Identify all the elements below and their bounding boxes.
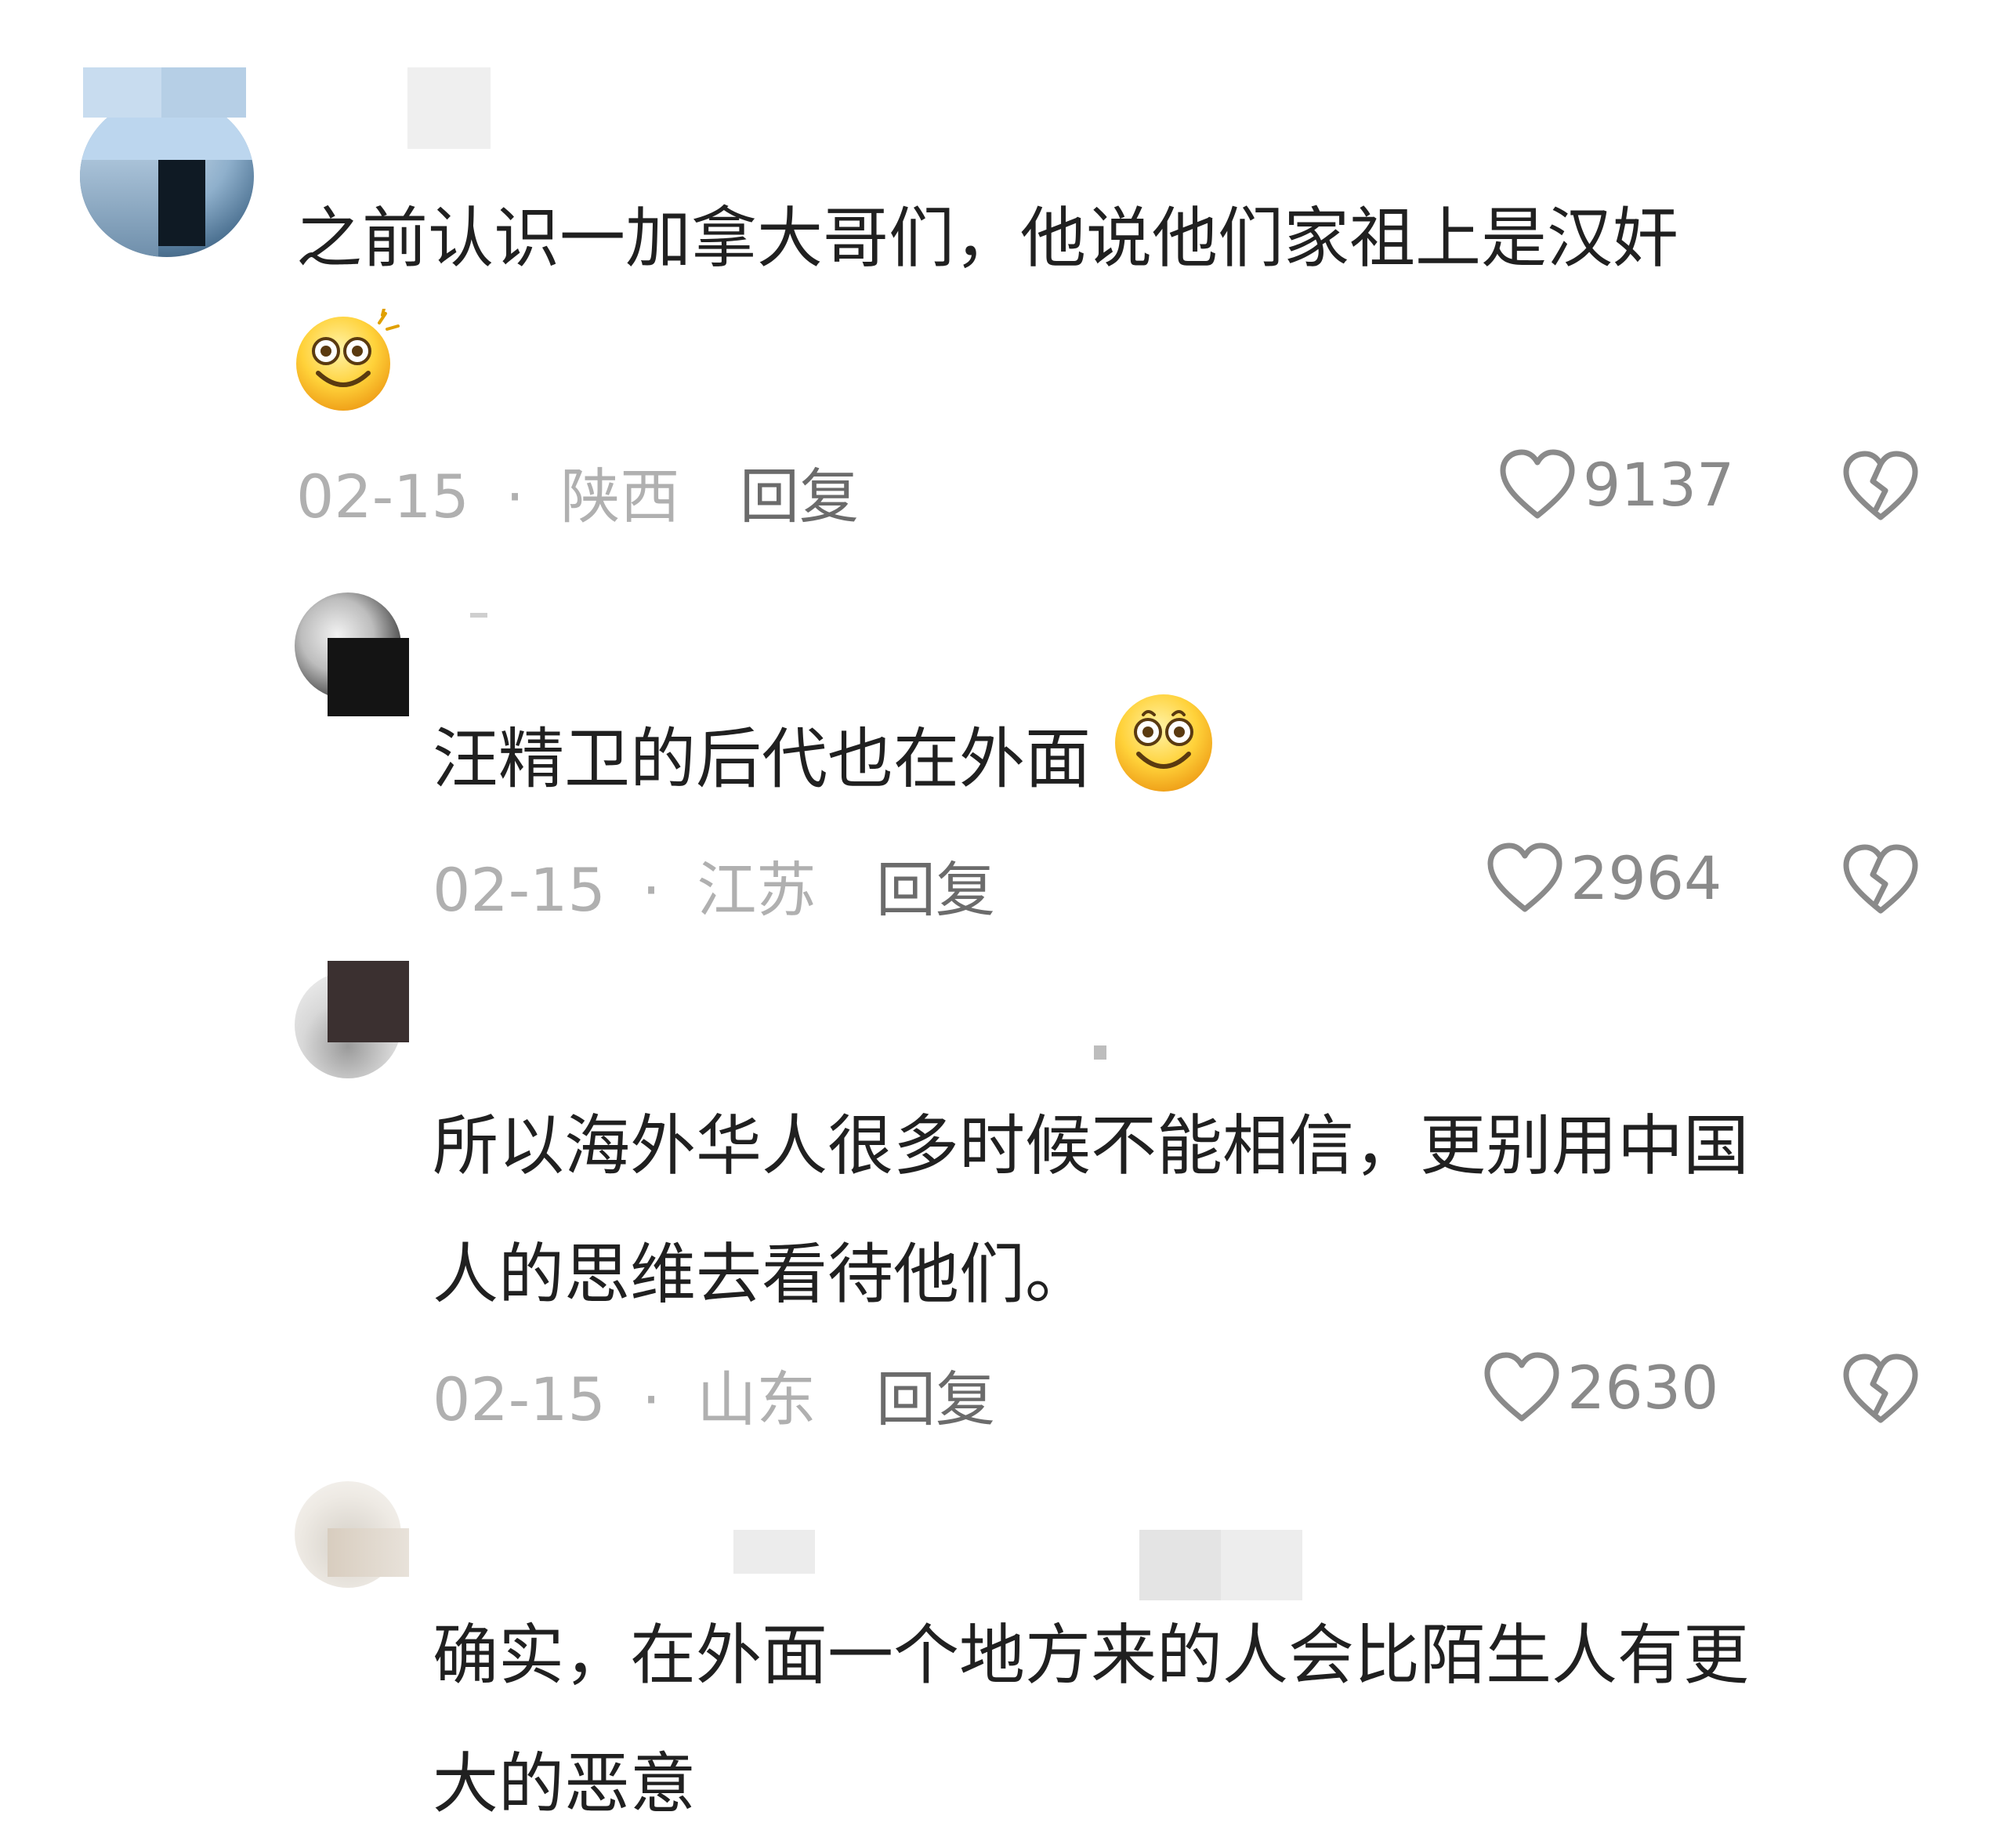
meta-separator: · [642,855,661,925]
meta-separator: · [642,1364,661,1434]
meta-separator: · [505,462,525,531]
heart-outline-icon [1484,1352,1559,1422]
like-button[interactable]: 9137 [1498,448,1734,520]
avatar[interactable] [80,96,254,257]
comment-text: 所以海外华人很多时候不能相信，更别用中国 人的思维去看待他们。 [433,1082,1749,1339]
like-count: 2630 [1567,1352,1719,1422]
avatar-mosaic [328,638,409,716]
comment-text-line: 大的恶意 [433,1745,697,1822]
like-count: 9137 [1583,449,1735,520]
broken-heart-icon [1843,451,1918,520]
comment-text: 汪精卫的后代也在外面 [433,691,1220,836]
reply-button[interactable]: 回复 [876,1351,995,1437]
username-mosaic [470,613,487,618]
like-button[interactable]: 2630 [1483,1351,1718,1423]
reply-button[interactable]: 回复 [876,842,995,928]
username-mosaic [733,1530,815,1574]
heart-outline-icon [1487,842,1562,912]
dizzy-smile-emoji [295,307,403,415]
username-mosaic [407,67,491,149]
dislike-button[interactable] [1841,843,1920,919]
dislike-button[interactable] [1841,450,1920,525]
broken-heart-icon [1843,1353,1918,1423]
smile-emoji-graphic [1114,694,1212,792]
comment-location: 陕西 [560,462,680,531]
comment-date: 02-15 [433,855,606,925]
heart-outline-icon [1500,449,1575,519]
avatar-mosaic [328,1528,409,1577]
comment-text-line: 所以海外华人很多时候不能相信，更别用中国 [433,1107,1750,1184]
comment-text-line: 确实，在外面一个地方来的人会比陌生人有更 [433,1617,1750,1694]
like-button[interactable]: 2964 [1486,842,1722,914]
comment-meta: 02-15 · 山东 [433,1351,816,1437]
comment-date: 02-15 [296,462,469,531]
broken-heart-icon [1843,844,1918,914]
comment-meta: 02-15 · 江苏 [433,842,816,928]
comment-location: 江苏 [697,855,817,925]
smile-emoji [1112,691,1220,836]
comment-text-line: 之前认识一加拿大哥们，他说他们家祖上是汉奸 [296,200,1679,277]
comment-text: 之前认识一加拿大哥们，他说他们家祖上是汉奸 [296,174,1678,303]
reply-button[interactable]: 回复 [740,448,859,534]
like-count: 2964 [1570,842,1722,913]
dizzy-smile-emoji-graphic [296,307,400,411]
dislike-button[interactable] [1841,1353,1920,1428]
username-mosaic [83,67,246,118]
comment-location: 山东 [697,1364,817,1434]
username-mosaic [1094,1045,1106,1060]
avatar-mosaic [328,961,409,1042]
username-mosaic [1139,1530,1302,1600]
comment-text-line: 人的思维去看待他们。 [433,1236,1092,1313]
comment-text: 确实，在外面一个地方来的人会比陌生人有更 大的恶意 [433,1591,1749,1848]
comment-meta: 02-15 · 陕西 [296,448,679,534]
comment-date: 02-15 [433,1364,606,1434]
comment-text-line: 汪精卫的后代也在外面 [433,720,1092,798]
